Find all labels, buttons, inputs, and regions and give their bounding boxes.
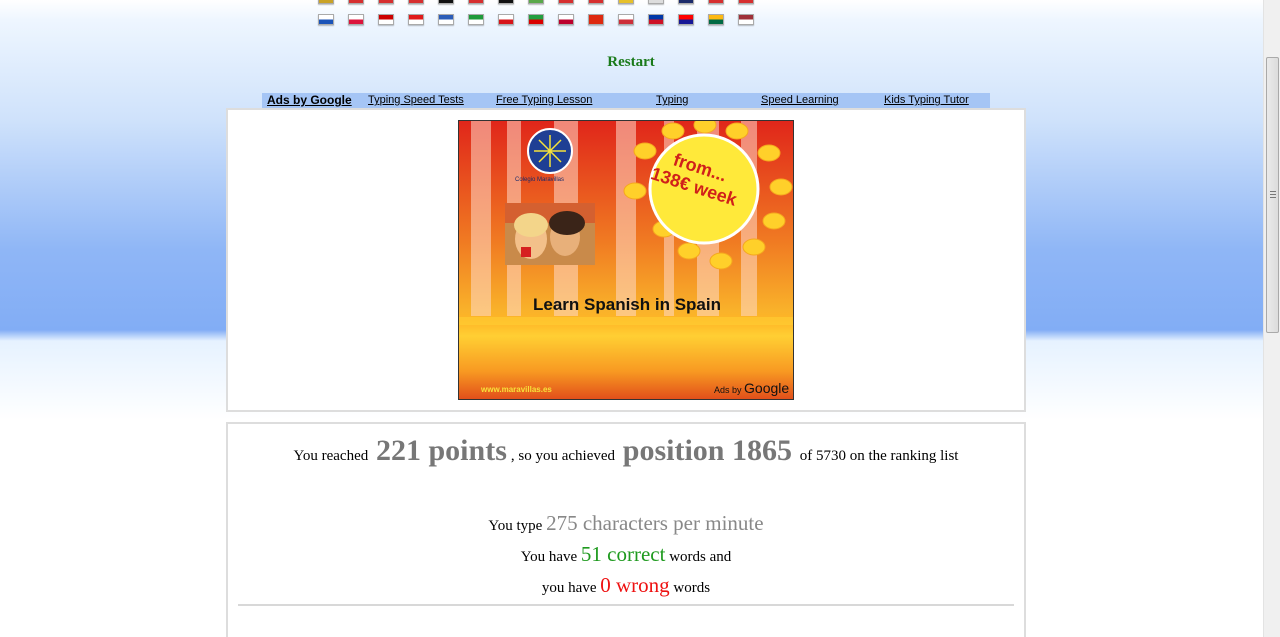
china-flag-icon[interactable] xyxy=(588,14,604,25)
banner-headline: Learn Spanish in Spain xyxy=(533,295,721,314)
poland-flag-icon[interactable] xyxy=(348,14,364,25)
flag-row-languages xyxy=(318,14,768,26)
banner-ads-by-google: Ads by Google xyxy=(714,380,789,396)
position-value: position 1865 xyxy=(622,434,792,467)
ad-link-free-typing-lesson[interactable]: Free Typing Lesson xyxy=(496,94,592,106)
iran-flag-icon[interactable] xyxy=(528,14,544,25)
banner-ads-by-prefix: Ads by xyxy=(714,385,742,395)
language-flag-icon[interactable] xyxy=(588,0,604,4)
language-flag-icon[interactable] xyxy=(678,0,694,4)
ad-link-speed-learning[interactable]: Speed Learning xyxy=(761,94,839,106)
ad-link-kids-typing-tutor[interactable]: Kids Typing Tutor xyxy=(884,94,969,106)
correct-value: 51 correct xyxy=(580,542,666,566)
indonesia-flag-icon[interactable] xyxy=(408,14,424,25)
language-flag-icon[interactable] xyxy=(408,0,424,4)
malaysia-flag-icon[interactable] xyxy=(378,14,394,25)
ads-by-google-label[interactable]: Ads by Google xyxy=(267,93,352,107)
spanish-school-banner[interactable]: Colegio Maravillas from... 138€ week Lea… xyxy=(458,120,794,400)
philippines-flag-icon[interactable] xyxy=(648,14,664,25)
scrollbar-thumb[interactable] xyxy=(1266,57,1279,333)
japan-flag-icon[interactable] xyxy=(558,14,574,25)
croatia-flag-icon[interactable] xyxy=(678,14,694,25)
language-flag-icon[interactable] xyxy=(618,0,634,4)
have-prefix: You have xyxy=(520,549,578,565)
language-flag-icon[interactable] xyxy=(738,0,754,4)
cpm-line: You type 275 characters per minute xyxy=(228,509,1024,540)
scrollbar-grip-icon xyxy=(1270,191,1276,198)
typing-stats: You type 275 characters per minute You h… xyxy=(228,509,1024,602)
ranking-line: You reached 221 points, so you achieved … xyxy=(228,434,1024,468)
results-panel: You reached 221 points, so you achieved … xyxy=(226,422,1026,637)
wrong-line: you have 0 wrong words xyxy=(228,571,1024,602)
language-flag-icon[interactable] xyxy=(558,0,574,4)
language-flag-icon[interactable] xyxy=(438,0,454,4)
wrong-suffix: words xyxy=(673,580,711,596)
ad-link-typing[interactable]: Typing xyxy=(656,94,688,106)
correct-suffix: words and xyxy=(669,549,732,565)
banner-graphics xyxy=(459,121,793,325)
language-flag-icon[interactable] xyxy=(498,0,514,4)
vertical-scrollbar[interactable] xyxy=(1263,0,1280,637)
language-flag-icon[interactable] xyxy=(708,0,724,4)
school-name: Colegio Maravillas xyxy=(515,177,565,183)
type-prefix: You type xyxy=(488,518,543,534)
ad-links-bar: Ads by Google Typing Speed Tests Free Ty… xyxy=(262,93,990,108)
banner-ads-by-brand: Google xyxy=(744,380,790,396)
greece-flag-icon[interactable] xyxy=(438,14,454,25)
korea-flag-icon[interactable] xyxy=(618,14,634,25)
cpm-value: 275 characters per minute xyxy=(546,511,764,535)
language-flag-icon[interactable] xyxy=(648,0,664,4)
points-value: 221 points xyxy=(376,434,507,467)
achieved-text: , so you achieved xyxy=(510,448,616,464)
language-flag-icon[interactable] xyxy=(468,0,484,4)
latvia-flag-icon[interactable] xyxy=(738,14,754,25)
results-divider xyxy=(238,604,1014,606)
language-flag-icon[interactable] xyxy=(348,0,364,4)
language-flag-icon[interactable] xyxy=(378,0,394,4)
restart-link[interactable]: Restart xyxy=(0,54,1262,71)
correct-line: You have 51 correct words and xyxy=(228,540,1024,571)
finland-flag-icon[interactable] xyxy=(318,14,334,25)
ad-link-typing-speed-tests[interactable]: Typing Speed Tests xyxy=(368,94,464,106)
esperanto-flag-icon[interactable] xyxy=(468,14,484,25)
flag-row-top xyxy=(318,0,768,5)
ad-container: Colegio Maravillas from... 138€ week Lea… xyxy=(226,108,1026,412)
czech-flag-icon[interactable] xyxy=(498,14,514,25)
language-flag-icon[interactable] xyxy=(528,0,544,4)
lithuania-flag-icon[interactable] xyxy=(708,14,724,25)
wrong-value: 0 wrong xyxy=(600,573,670,597)
reached-prefix: You reached xyxy=(293,448,369,464)
banner-site-url: www.maravillas.es xyxy=(481,385,552,394)
have-prefix-2: you have xyxy=(541,580,597,596)
language-flag-icon[interactable] xyxy=(318,0,334,4)
ranking-of-text: of 5730 on the ranking list xyxy=(799,448,959,464)
